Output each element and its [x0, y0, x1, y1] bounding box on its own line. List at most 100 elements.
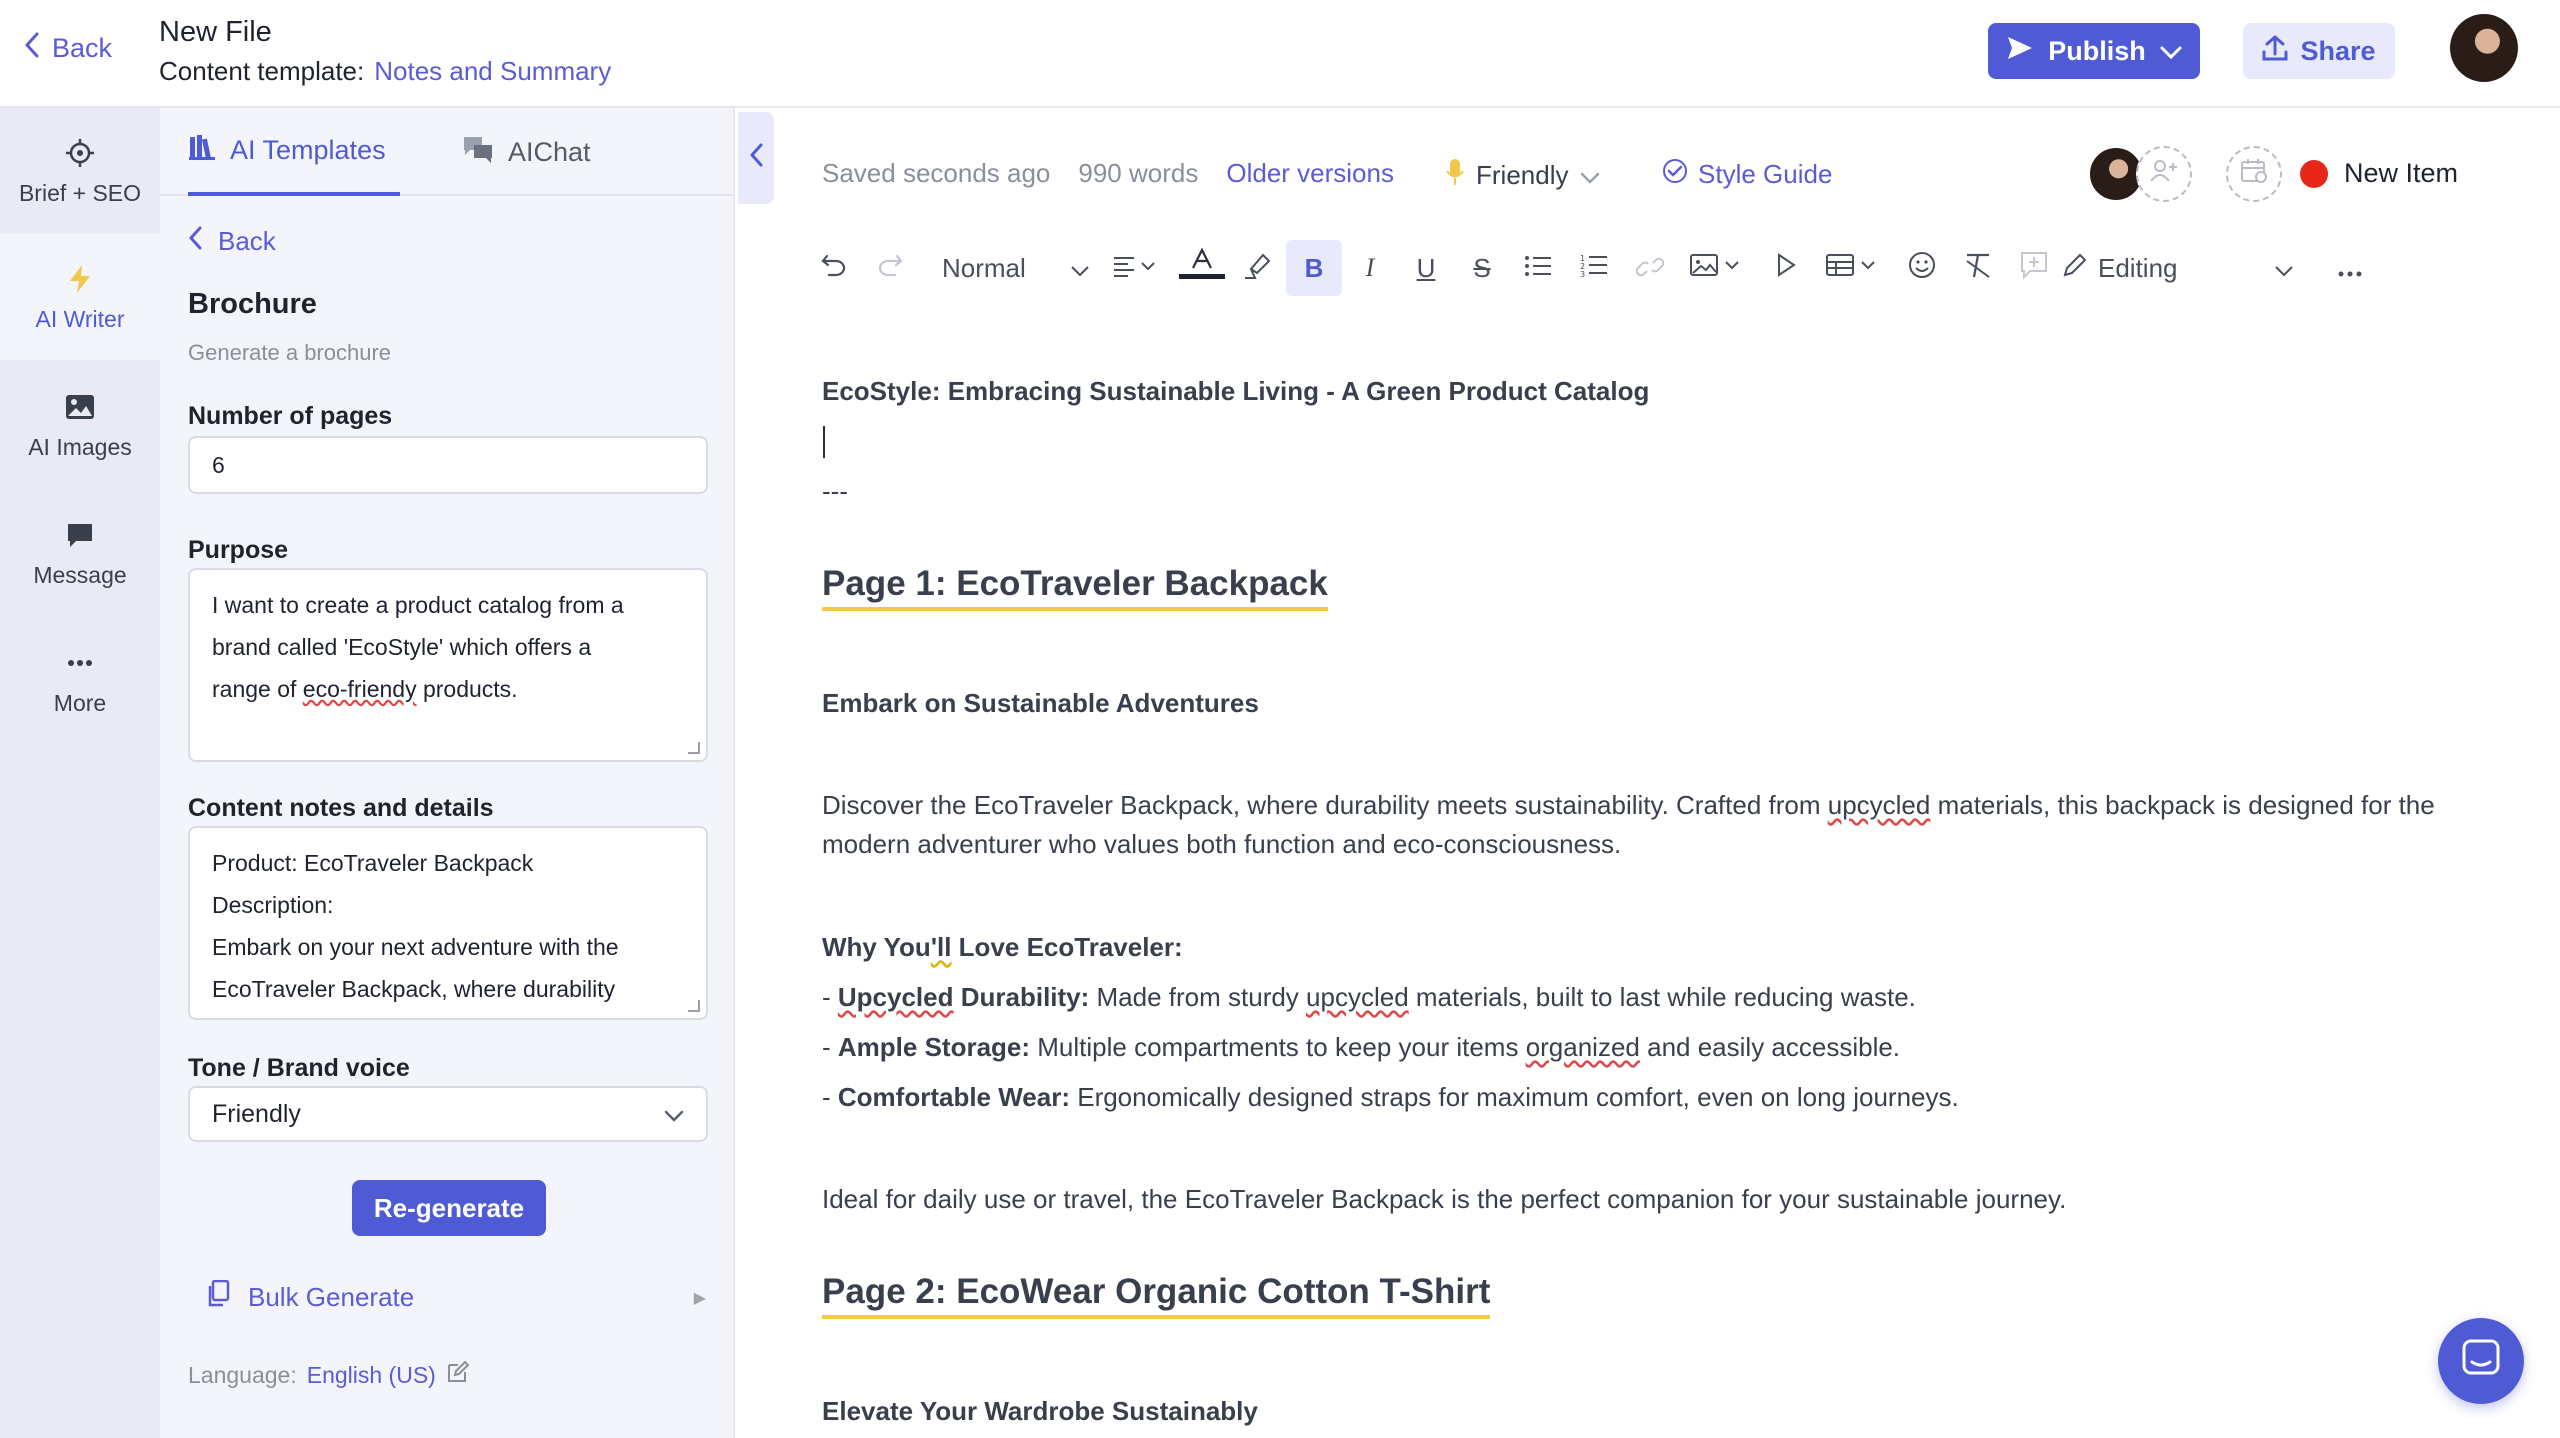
- paragraph-style-select[interactable]: Normal: [918, 240, 1098, 296]
- share-button[interactable]: Share: [2243, 23, 2395, 79]
- chat-icon: [462, 135, 494, 170]
- pages-value: 6: [212, 452, 225, 478]
- more-options-button[interactable]: [2322, 240, 2378, 296]
- bullet-storage: - Ample Storage: Multiple compartments t…: [822, 1032, 1901, 1062]
- bullet-comfort: - Comfortable Wear: Ergonomically design…: [822, 1082, 1959, 1112]
- spelling-error[interactable]: eco-friendy: [303, 676, 417, 702]
- regenerate-button[interactable]: Re-generate: [352, 1180, 546, 1236]
- comment-button[interactable]: [2006, 240, 2062, 296]
- notes-textarea[interactable]: Product: EcoTraveler Backpack Descriptio…: [188, 826, 708, 1020]
- strikethrough-button[interactable]: S: [1454, 240, 1510, 296]
- numbered-list-icon: 123: [1580, 253, 1608, 284]
- pages-input[interactable]: 6: [188, 436, 708, 494]
- collapse-panel-button[interactable]: [738, 112, 774, 204]
- add-collaborator-button[interactable]: [2136, 146, 2192, 202]
- support-chat-button[interactable]: [2438, 1318, 2524, 1404]
- italic-button[interactable]: I: [1342, 240, 1398, 296]
- tone-dropdown-label: Friendly: [1476, 160, 1569, 190]
- style-guide-link[interactable]: Style Guide: [1662, 158, 1832, 191]
- insert-image-button[interactable]: [1678, 240, 1758, 296]
- spelling-error[interactable]: upcycled: [1306, 982, 1409, 1012]
- share-label: Share: [2300, 35, 2376, 66]
- spelling-error[interactable]: Upcycled: [838, 982, 954, 1012]
- older-versions-link[interactable]: Older versions: [1226, 158, 1394, 189]
- tone-select-value: Friendly: [212, 1099, 301, 1128]
- highlighter-icon: [1243, 251, 1273, 286]
- page1-subheading: Embark on Sustainable Adventures: [822, 688, 1259, 718]
- highlight-button[interactable]: [1230, 240, 1286, 296]
- purpose-textarea[interactable]: I want to create a product catalog from …: [188, 568, 708, 762]
- top-header: Back New File Content template: Notes and…: [0, 0, 2560, 108]
- notes-line: Embark on your next adventure with the: [212, 934, 619, 960]
- tab-aichat[interactable]: AIChat: [462, 108, 591, 196]
- saved-status: Saved seconds ago: [822, 158, 1051, 188]
- bullet-list-button[interactable]: [1510, 240, 1566, 296]
- rail-item-brief-seo[interactable]: Brief + SEO: [0, 108, 160, 234]
- emoji-button[interactable]: [1894, 240, 1950, 296]
- page2-heading-block: Page 2: EcoWear Organic Cotton T-Shirt: [822, 1272, 2492, 1319]
- message-icon: [63, 518, 97, 552]
- bold-button[interactable]: B: [1286, 240, 1342, 296]
- chevron-down-icon: [664, 1100, 684, 1129]
- tab-label: AIChat: [508, 136, 591, 167]
- resize-handle[interactable]: [688, 742, 700, 754]
- notes-label: Content notes and details: [188, 794, 494, 822]
- text-color-button[interactable]: [1174, 240, 1230, 296]
- edit-icon[interactable]: [446, 1360, 470, 1390]
- more-dots-icon: [2338, 253, 2362, 284]
- word-count: 990 words: [1078, 158, 1199, 188]
- template-name-link[interactable]: Notes and Summary: [374, 56, 611, 86]
- align-button[interactable]: [1098, 240, 1174, 296]
- undo-button[interactable]: [806, 240, 862, 296]
- user-avatar[interactable]: [2450, 14, 2518, 82]
- numbered-list-button[interactable]: 123: [1566, 240, 1622, 296]
- triangle-right-icon: ▶: [693, 1289, 706, 1307]
- rail-item-message[interactable]: Message: [0, 490, 160, 616]
- status-dot: [2300, 159, 2328, 188]
- underline-button[interactable]: U: [1398, 240, 1454, 296]
- chevron-down-icon: [2160, 36, 2182, 67]
- editing-mode-value: Editing: [2098, 252, 2178, 283]
- upload-icon: [2262, 34, 2288, 69]
- smiley-icon: [1908, 251, 1936, 286]
- chevron-down-icon: [1580, 160, 1600, 191]
- chevron-left-icon: [24, 32, 40, 65]
- spelling-error[interactable]: upcycled: [1828, 790, 1931, 820]
- tone-select[interactable]: Friendly: [188, 1086, 708, 1142]
- insert-table-button[interactable]: [1814, 240, 1894, 296]
- send-icon: [2006, 35, 2034, 68]
- link-icon: [1635, 253, 1665, 284]
- play-button[interactable]: [1758, 240, 1814, 296]
- page1-closing: Ideal for daily use or travel, the EcoTr…: [822, 1184, 2067, 1214]
- link-button[interactable]: [1622, 240, 1678, 296]
- rail-item-more[interactable]: More: [0, 618, 160, 744]
- rail-item-ai-images[interactable]: AI Images: [0, 362, 160, 488]
- tab-ai-templates[interactable]: AI Templates: [188, 108, 400, 196]
- bulk-generate-row[interactable]: Bulk Generate ▶: [206, 1279, 706, 1315]
- rail-item-ai-writer[interactable]: AI Writer: [0, 234, 160, 360]
- publish-button[interactable]: Publish: [1988, 23, 2200, 79]
- back-link[interactable]: Back: [24, 32, 112, 65]
- play-icon: [1776, 252, 1796, 284]
- editing-mode-select[interactable]: Editing: [2062, 240, 2302, 296]
- schedule-button[interactable]: [2226, 146, 2282, 202]
- tone-dropdown[interactable]: Friendly: [1446, 158, 1600, 193]
- purpose-line: range of eco-friendy products.: [212, 676, 518, 702]
- language-link[interactable]: English (US): [307, 1362, 436, 1389]
- grammar-suggestion[interactable]: 'll: [931, 932, 952, 962]
- status-indicator[interactable]: New Item: [2300, 158, 2458, 189]
- clear-format-button[interactable]: [1950, 240, 2006, 296]
- spelling-error[interactable]: organized: [1526, 1032, 1640, 1062]
- bold-icon: B: [1304, 252, 1324, 283]
- chevron-down-icon: [2274, 253, 2294, 284]
- pages-label: Number of pages: [188, 402, 393, 430]
- panel-back-link[interactable]: Back: [188, 226, 276, 257]
- resize-handle[interactable]: [688, 1000, 700, 1012]
- add-user-icon: [2150, 159, 2178, 190]
- rail-label: Message: [33, 561, 127, 588]
- page1-intro: Discover the EcoTraveler Backpack, where…: [822, 790, 2435, 859]
- tab-label: AI Templates: [230, 134, 386, 165]
- redo-button[interactable]: [862, 240, 918, 296]
- pencil-icon: [2062, 252, 2088, 285]
- rail-label: Brief + SEO: [18, 179, 142, 206]
